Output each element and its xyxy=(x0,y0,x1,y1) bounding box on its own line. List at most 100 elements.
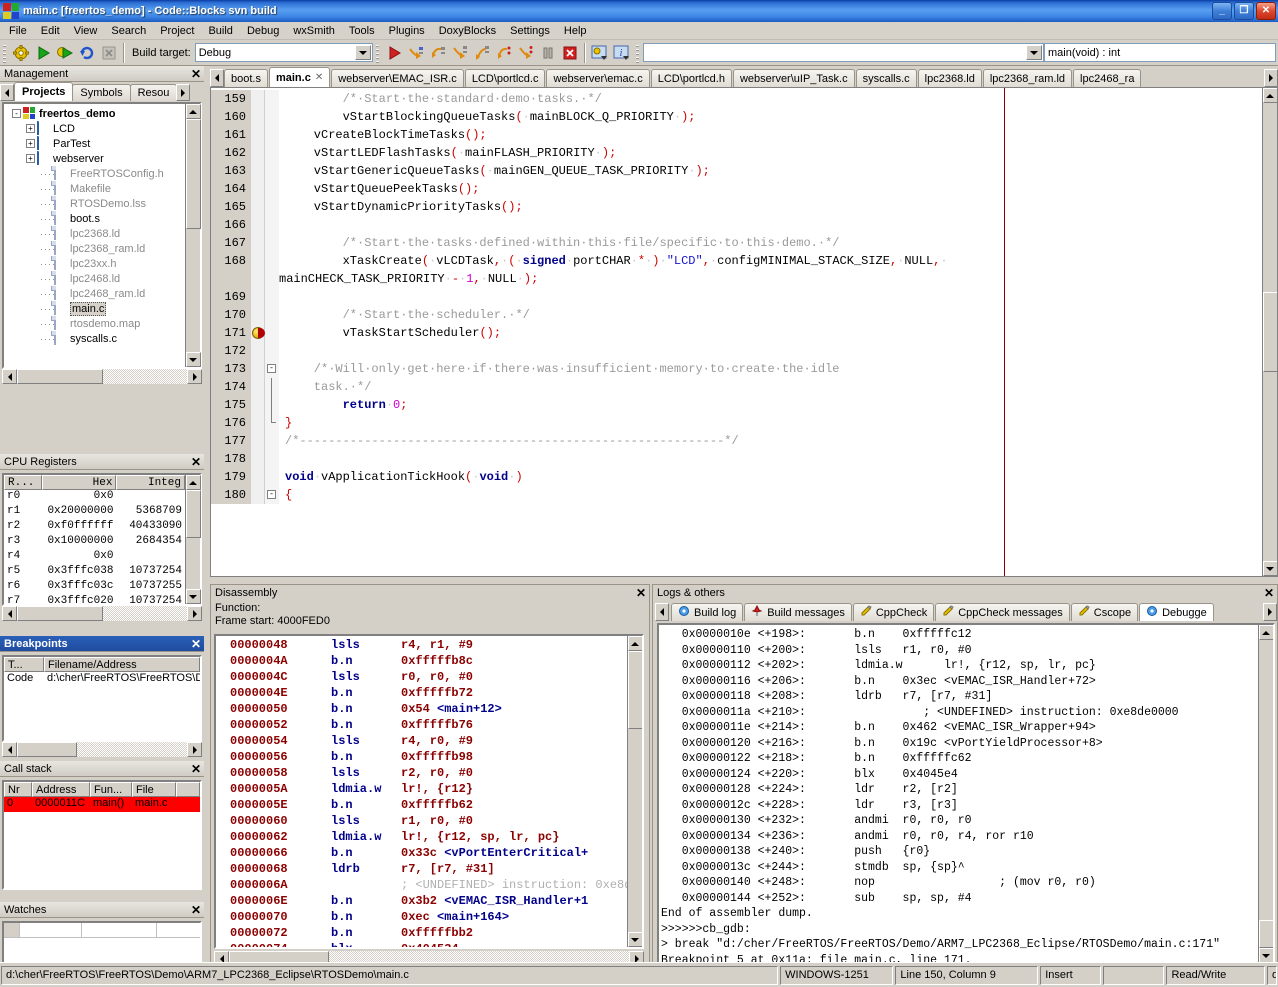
scroll-right-icon[interactable] xyxy=(187,369,202,384)
disassembly-row[interactable]: 0000004Clslsr0, r0, #0 xyxy=(216,669,627,685)
line-number[interactable] xyxy=(211,270,251,288)
log-scroll-up-icon[interactable] xyxy=(1259,625,1274,640)
code-line[interactable]: 179void·vApplicationTickHook(·void·) xyxy=(211,468,1261,486)
table-row[interactable]: 0 0000011C main() main.c xyxy=(4,797,200,812)
project-tree-hscrollbar[interactable] xyxy=(2,369,202,384)
code-line[interactable]: 172 xyxy=(211,342,1261,360)
breakpoint-margin[interactable] xyxy=(251,468,265,486)
log-vscrollbar[interactable] xyxy=(1258,625,1273,963)
code-line[interactable]: mainCHECK_TASK_PRIORITY·-·1,·NULL·); xyxy=(211,270,1261,288)
menu-item-doxyblocks[interactable]: DoxyBlocks xyxy=(432,24,503,38)
reg-scroll-left-icon[interactable] xyxy=(2,606,17,621)
close-button[interactable]: ✕ xyxy=(1256,2,1276,20)
logs-tabs-scroll-left-icon[interactable] xyxy=(655,603,669,621)
next-line-icon[interactable] xyxy=(427,42,449,64)
fold-margin[interactable] xyxy=(265,342,279,360)
run-icon[interactable] xyxy=(32,42,54,64)
project-tree[interactable]: -freertos_demo+LCD+ParTest+webserver····… xyxy=(4,104,185,367)
tree-item[interactable]: ····lpc2368.ld xyxy=(4,226,185,241)
disassembly-row[interactable]: 00000074blx0x404534 xyxy=(216,941,627,947)
breakpoint-margin[interactable] xyxy=(251,126,265,144)
project-tree-vscrollbar[interactable] xyxy=(185,104,200,367)
menu-item-plugins[interactable]: Plugins xyxy=(382,24,432,38)
scope-chevron-down-icon[interactable] xyxy=(1026,45,1042,60)
debug-continue-icon[interactable] xyxy=(383,42,405,64)
fold-margin[interactable] xyxy=(265,162,279,180)
code-line[interactable]: 170 /*·Start·the·scheduler.·*/ xyxy=(211,306,1261,324)
disassembly-row[interactable]: 00000072b.n0xfffffbb2 xyxy=(216,925,627,941)
code-line[interactable]: 160 vStartBlockingQueueTasks(·mainBLOCK_… xyxy=(211,108,1261,126)
editor-tab[interactable]: boot.s xyxy=(224,69,268,87)
logs-tab[interactable]: Build messages xyxy=(744,603,852,621)
menu-item-wxsmith[interactable]: wxSmith xyxy=(286,24,342,38)
fold-margin[interactable] xyxy=(265,414,279,432)
tabs-scroll-left-icon[interactable] xyxy=(0,84,14,101)
run-to-cursor-icon[interactable] xyxy=(405,42,427,64)
reg-scroll-up-icon[interactable] xyxy=(186,475,201,490)
fold-margin[interactable] xyxy=(265,234,279,252)
code-line[interactable]: 171 vTaskStartScheduler(); xyxy=(211,324,1261,342)
expand-toggle-icon[interactable]: + xyxy=(26,154,35,163)
menu-item-debug[interactable]: Debug xyxy=(240,24,286,38)
table-row[interactable]: r40x0 xyxy=(4,550,185,565)
cpu-registers-hscrollbar[interactable] xyxy=(2,606,202,621)
logs-tabs-scroll-right-icon[interactable] xyxy=(1263,603,1277,621)
tab-symbols[interactable]: Symbols xyxy=(72,84,130,101)
col-file[interactable]: File xyxy=(132,782,176,797)
editor-tab[interactable]: lpc2368_ram.ld xyxy=(983,69,1072,87)
breakpoint-margin[interactable] xyxy=(251,306,265,324)
code-editor[interactable]: 159 /*·Start·the·standard·demo·tasks.·*/… xyxy=(210,87,1278,577)
watches-close-icon[interactable]: ✕ xyxy=(191,904,201,916)
line-number[interactable]: 168 xyxy=(211,252,251,270)
line-number[interactable]: 162 xyxy=(211,144,251,162)
fold-collapse-icon[interactable]: - xyxy=(267,364,276,373)
editor-tabs-scroll-right-icon[interactable] xyxy=(1264,69,1278,87)
fold-margin[interactable] xyxy=(265,90,279,108)
tree-item[interactable]: ····main.c xyxy=(4,301,185,316)
disassembly-row[interactable]: 00000054lslsr4, r0, #9 xyxy=(216,733,627,749)
breakpoint-margin[interactable] xyxy=(251,396,265,414)
line-number[interactable]: 177 xyxy=(211,432,251,450)
col-nr[interactable]: Nr xyxy=(4,782,32,797)
code-line[interactable]: 178 xyxy=(211,450,1261,468)
code-line[interactable]: 163 vStartGenericQueueTasks(·mainGEN_QUE… xyxy=(211,162,1261,180)
fold-margin[interactable] xyxy=(265,216,279,234)
code-line[interactable]: 173- /*·Will·only·get·here·if·there·was·… xyxy=(211,360,1261,378)
fold-margin[interactable]: - xyxy=(265,486,279,504)
logs-tab[interactable]: Debugge xyxy=(1139,603,1214,621)
editor-tabs-scroll-left-icon[interactable] xyxy=(210,69,224,87)
step-out-icon[interactable] xyxy=(471,42,493,64)
disassembly-row[interactable]: 0000004Eb.n0xfffffb72 xyxy=(216,685,627,701)
fold-margin[interactable] xyxy=(265,378,279,396)
fold-margin[interactable] xyxy=(265,198,279,216)
scroll-down-icon[interactable] xyxy=(186,352,201,367)
chevron-down-icon[interactable] xyxy=(355,45,371,60)
breakpoint-margin[interactable] xyxy=(251,432,265,450)
disassembly-row[interactable]: 00000070b.n0xec <main+164> xyxy=(216,909,627,925)
abort-build-icon[interactable] xyxy=(98,42,120,64)
editor-tab[interactable]: LCD\portlcd.c xyxy=(465,69,546,87)
menu-item-tools[interactable]: Tools xyxy=(342,24,382,38)
minimize-button[interactable]: _ xyxy=(1212,2,1232,20)
breakpoint-margin[interactable] xyxy=(251,414,265,432)
line-number[interactable]: 163 xyxy=(211,162,251,180)
code-line[interactable]: 169 xyxy=(211,288,1261,306)
col-bp-filename[interactable]: Filename/Address xyxy=(44,657,200,672)
build-target-combo[interactable]: Debug xyxy=(195,43,373,62)
fold-margin[interactable]: - xyxy=(265,360,279,378)
breakpoint-margin[interactable] xyxy=(251,180,265,198)
cpu-registers-vscrollbar[interactable] xyxy=(185,475,200,604)
logs-tab[interactable]: CppCheck messages xyxy=(935,603,1070,621)
fold-margin[interactable] xyxy=(265,270,279,288)
disassembly-row[interactable]: 00000060lslsr1, r0, #0 xyxy=(216,813,627,829)
fold-margin[interactable] xyxy=(265,144,279,162)
table-row[interactable]: r70x3fffc02010737254 xyxy=(4,595,185,604)
menu-item-search[interactable]: Search xyxy=(104,24,153,38)
editor-tab[interactable]: webserver\uIP_Task.c xyxy=(733,69,855,87)
code-line[interactable]: 175 return·0; xyxy=(211,396,1261,414)
editor-tab[interactable]: lpc2468_ra xyxy=(1073,69,1141,87)
breakpoint-margin[interactable] xyxy=(251,378,265,396)
table-row[interactable]: r30x100000002684354 xyxy=(4,535,185,550)
fold-margin[interactable] xyxy=(265,306,279,324)
line-number[interactable]: 179 xyxy=(211,468,251,486)
